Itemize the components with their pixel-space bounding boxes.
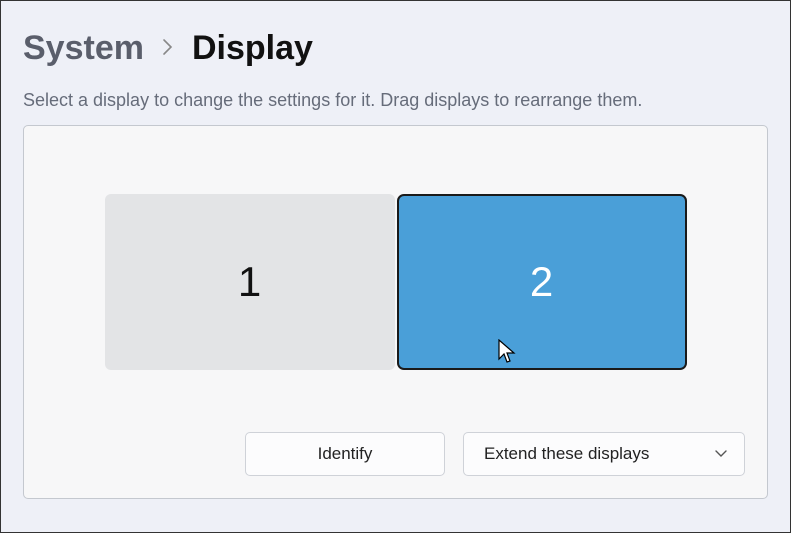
display-arrangement-panel: 1 2 Identify Extend these displays (23, 125, 768, 499)
display-controls-row: Identify Extend these displays (46, 426, 745, 476)
page-description: Select a display to change the settings … (1, 78, 790, 119)
identify-button[interactable]: Identify (245, 432, 445, 476)
display-mode-label: Extend these displays (484, 444, 649, 464)
monitor-arrangement-area[interactable]: 1 2 (46, 148, 745, 426)
display-mode-dropdown[interactable]: Extend these displays (463, 432, 745, 476)
monitor-2[interactable]: 2 (397, 194, 687, 370)
breadcrumb-system-link[interactable]: System (23, 29, 144, 68)
breadcrumb: System Display (1, 1, 790, 78)
chevron-right-icon (162, 36, 174, 62)
monitor-1[interactable]: 1 (105, 194, 395, 370)
chevron-down-icon (714, 447, 728, 462)
page-title: Display (192, 29, 313, 68)
